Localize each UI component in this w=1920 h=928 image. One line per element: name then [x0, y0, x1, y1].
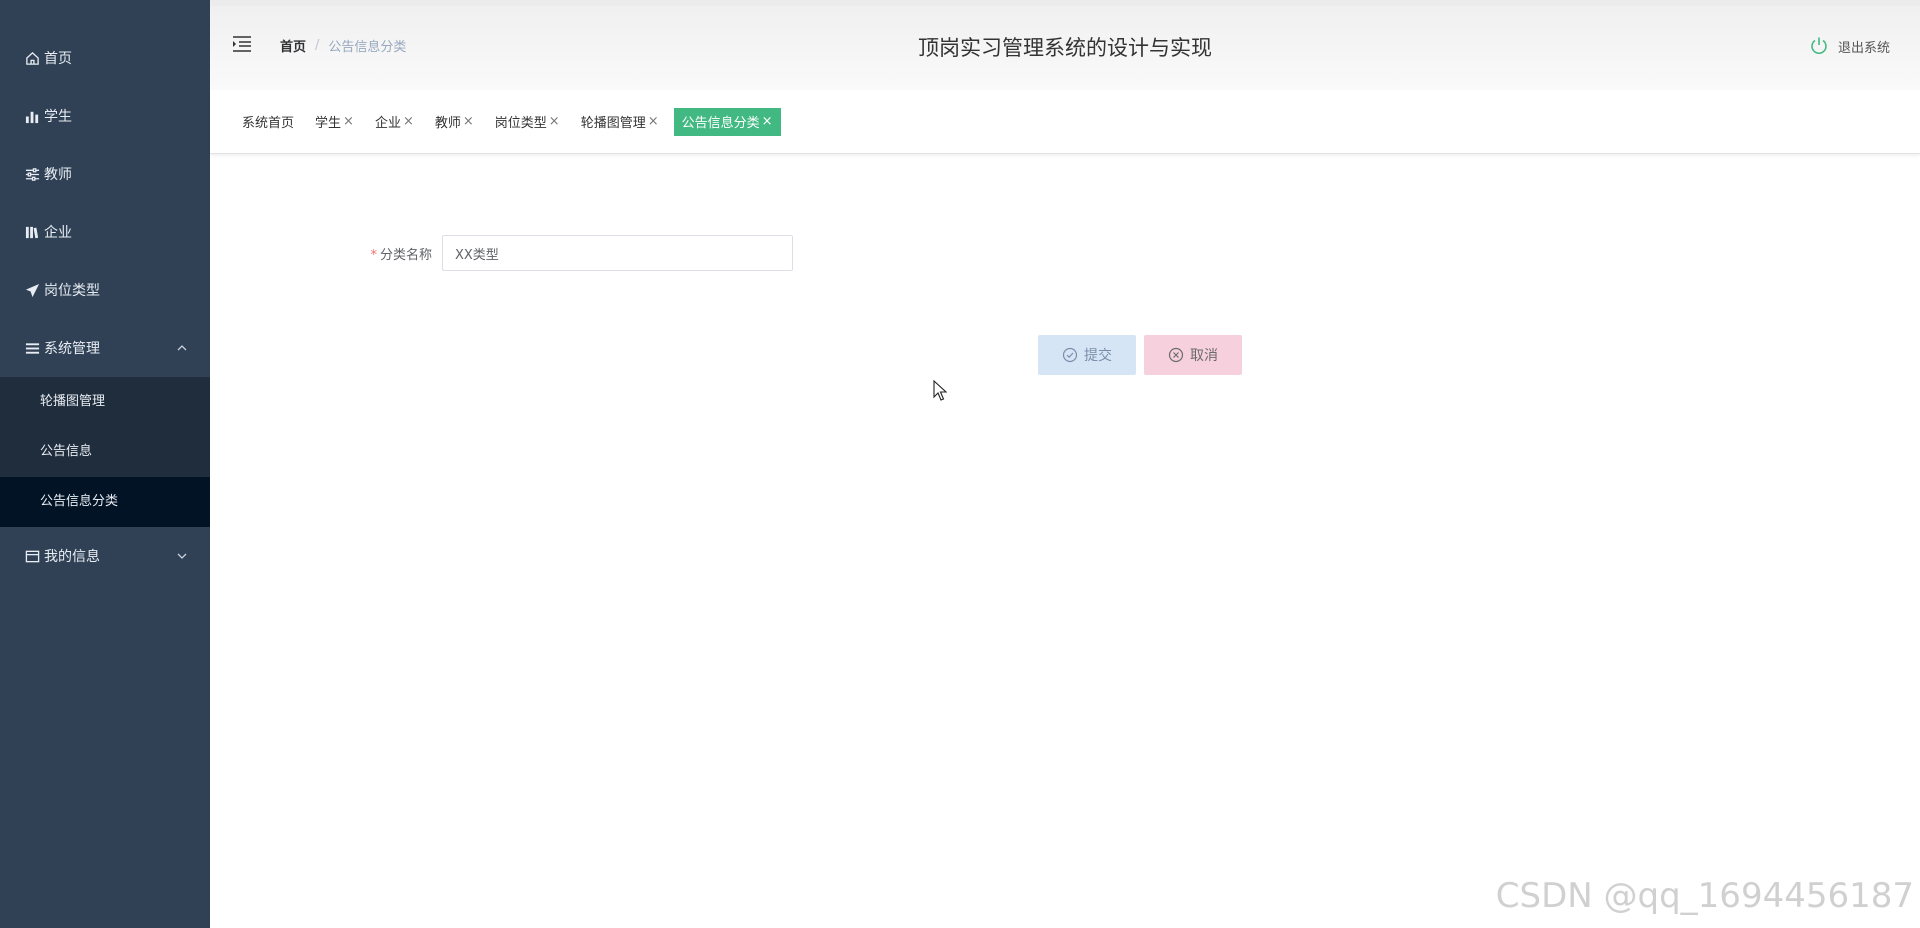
sidebar-item-label: 岗位类型: [44, 283, 100, 299]
page-title: 顶岗实习管理系统的设计与实现: [918, 36, 1212, 60]
cancel-label: 取消: [1190, 348, 1218, 364]
sidebar-subitem-notice-category[interactable]: 公告信息分类: [0, 477, 210, 527]
sidebar-submenu: 轮播图管理 公告信息 公告信息分类: [0, 377, 210, 527]
sidebar-item-job-type[interactable]: 岗位类型: [0, 261, 210, 319]
sidebar-item-label: 系统管理: [44, 341, 100, 357]
sidebar-item-label: 教师: [44, 167, 72, 183]
bar-chart-icon: [24, 108, 40, 124]
tag-label: 公告信息分类: [681, 116, 760, 131]
tag-label: 教师: [434, 116, 461, 131]
tag-job-type[interactable]: 岗位类型 ×: [489, 108, 566, 136]
sliders-icon: [24, 166, 40, 182]
chevron-up-icon: [176, 342, 188, 354]
sidebar-subitem-notice[interactable]: 公告信息: [0, 427, 210, 477]
category-name-label: * 分类名称: [360, 244, 442, 263]
hamburger-icon[interactable]: [232, 36, 252, 52]
close-icon[interactable]: ×: [343, 114, 354, 129]
tag-enterprise[interactable]: 企业 ×: [369, 108, 420, 136]
sidebar-item-my-info[interactable]: 我的信息: [0, 527, 210, 585]
sidebar-item-enterprise[interactable]: 企业: [0, 203, 210, 261]
close-icon[interactable]: ×: [403, 114, 414, 129]
check-circle-icon: [1062, 347, 1078, 363]
breadcrumb-home[interactable]: 首页: [280, 36, 306, 55]
cancel-button[interactable]: 取消: [1144, 335, 1242, 375]
send-icon: [24, 282, 40, 298]
power-icon: [1811, 37, 1827, 54]
watermark: CSDN @qq_1694456187: [1495, 876, 1914, 916]
library-icon: [24, 224, 40, 240]
breadcrumb-separator: /: [315, 38, 320, 53]
close-icon[interactable]: ×: [463, 114, 474, 129]
tag-system-home[interactable]: 系统首页: [236, 108, 300, 136]
required-mark: *: [370, 247, 377, 263]
tag-label: 企业: [374, 116, 401, 131]
sidebar-subitem-carousel[interactable]: 轮播图管理: [0, 377, 210, 427]
submit-button[interactable]: 提交: [1038, 335, 1136, 375]
sidebar-item-home[interactable]: 首页: [0, 29, 210, 87]
close-icon[interactable]: ×: [648, 114, 659, 129]
logout-button[interactable]: 退出系统: [1809, 36, 1890, 56]
tag-carousel[interactable]: 轮播图管理 ×: [575, 108, 665, 136]
breadcrumb: 首页 / 公告信息分类: [280, 36, 406, 55]
tag-label: 学生: [315, 116, 342, 131]
category-name-input[interactable]: [442, 235, 793, 271]
logout-label: 退出系统: [1837, 40, 1890, 56]
sidebar-item-system-management[interactable]: 系统管理: [0, 319, 210, 377]
sidebar-item-teachers[interactable]: 教师: [0, 145, 210, 203]
close-icon[interactable]: ×: [762, 114, 773, 129]
mouse-cursor-icon: [933, 380, 947, 401]
tag-notice-category[interactable]: 公告信息分类 ×: [673, 107, 781, 136]
tag-students[interactable]: 学生 ×: [309, 108, 360, 136]
submit-label: 提交: [1084, 348, 1112, 364]
form-item-category-name: * 分类名称: [360, 235, 793, 271]
card-icon: [24, 548, 40, 564]
sidebar: 首页 学生 教师 企业 岗位类型 系统管理 轮播图管理 公告信息 公告信息分类 …: [0, 0, 210, 928]
top-header: 首页 / 公告信息分类 顶岗实习管理系统的设计与实现 退出系统: [210, 0, 1920, 90]
sidebar-item-label: 我的信息: [44, 549, 100, 565]
close-circle-icon: [1168, 347, 1184, 363]
sidebar-item-students[interactable]: 学生: [0, 87, 210, 145]
sidebar-item-label: 首页: [44, 51, 72, 67]
chevron-down-icon: [176, 550, 188, 562]
sidebar-item-label: 学生: [44, 109, 72, 125]
tag-label: 岗位类型: [494, 116, 547, 131]
breadcrumb-current: 公告信息分类: [328, 40, 407, 55]
tag-label: 轮播图管理: [580, 116, 646, 131]
tag-label: 系统首页: [242, 116, 295, 131]
menu-icon: [24, 340, 40, 356]
home-icon: [24, 50, 40, 66]
category-name-label-text: 分类名称: [379, 247, 432, 263]
tag-teachers[interactable]: 教师 ×: [429, 108, 480, 136]
sidebar-item-label: 企业: [44, 225, 72, 241]
tags-view: 系统首页 学生 × 企业 × 教师 × 岗位类型 × 轮播图管理 × 公告信息分…: [210, 90, 1920, 154]
close-icon[interactable]: ×: [549, 114, 560, 129]
